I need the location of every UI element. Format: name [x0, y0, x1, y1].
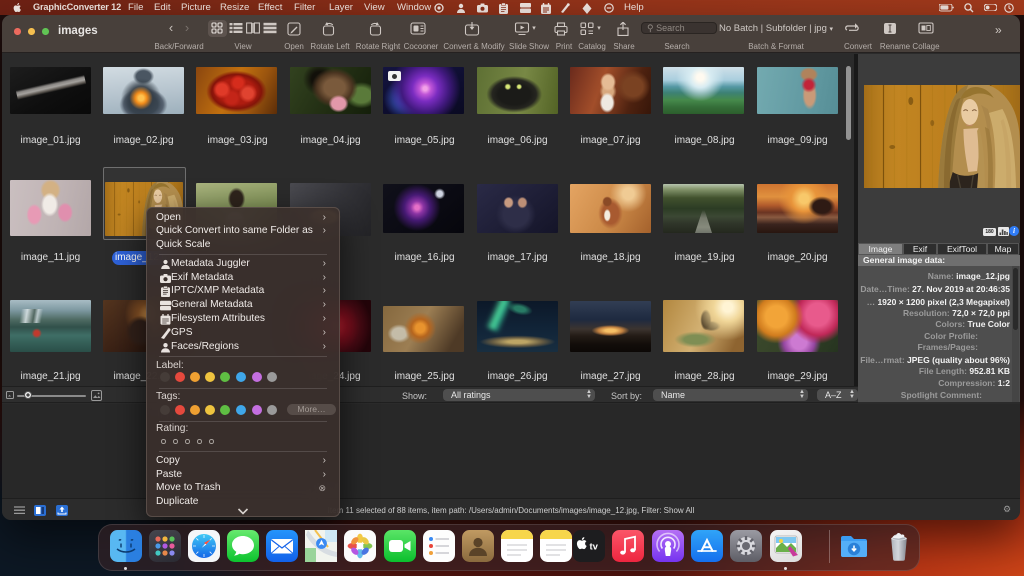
svg-text:tv: tv [590, 542, 599, 553]
